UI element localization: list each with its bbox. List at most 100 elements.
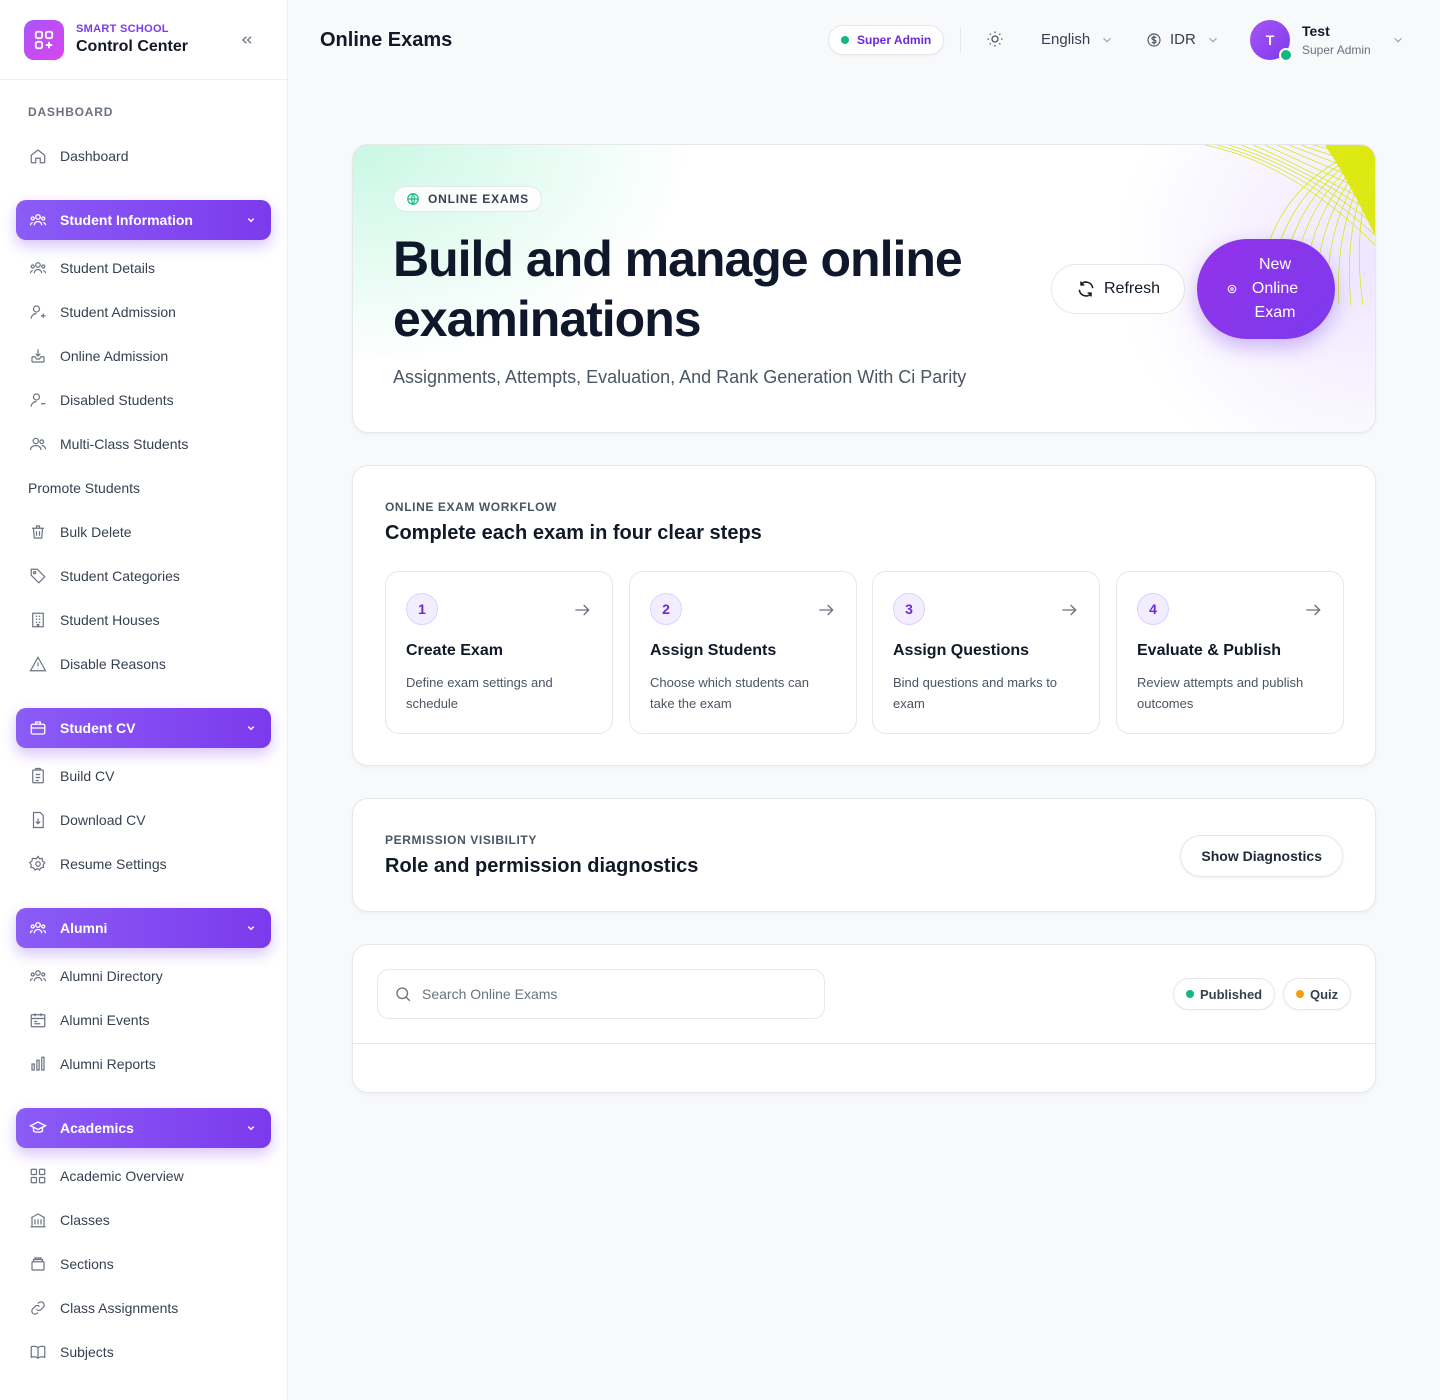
sidebar-item-bulk-delete[interactable]: Bulk Delete bbox=[16, 512, 271, 552]
step-description: Bind questions and marks to exam bbox=[893, 675, 1058, 711]
new-online-exam-button[interactable]: New Online Exam bbox=[1197, 239, 1335, 339]
sidebar-group-alumni[interactable]: Alumni bbox=[16, 908, 271, 948]
step-description: Choose which students can take the exam bbox=[650, 675, 809, 711]
briefcase-icon bbox=[28, 718, 48, 738]
brand-title: Control Center bbox=[76, 38, 188, 55]
sidebar-group-label: Academics bbox=[60, 1120, 134, 1136]
step-number: 2 bbox=[650, 593, 682, 625]
sidebar-item-multi-class-students[interactable]: Multi-Class Students bbox=[16, 424, 271, 464]
user-menu[interactable]: T Test Super Admin bbox=[1250, 20, 1405, 62]
file-download-icon bbox=[28, 810, 48, 830]
chevron-down-icon bbox=[1393, 37, 1402, 43]
sidebar-item-classes[interactable]: Classes bbox=[16, 1200, 271, 1240]
search-card: Published Quiz bbox=[352, 944, 1376, 1093]
status-dot bbox=[841, 36, 849, 44]
workflow-title: Complete each exam in four clear steps bbox=[385, 522, 762, 544]
sidebar-item-label: Classes bbox=[60, 1212, 110, 1228]
refresh-button[interactable]: Refresh bbox=[1051, 264, 1185, 314]
calendar-icon bbox=[28, 1010, 48, 1030]
home-icon bbox=[28, 146, 48, 166]
sidebar-item-online-admission[interactable]: Online Admission bbox=[16, 336, 271, 376]
workflow-step[interactable]: 1 Create Exam Define exam settings and s… bbox=[385, 571, 613, 734]
users-icon bbox=[28, 434, 48, 454]
sidebar-item-download-cv[interactable]: Download CV bbox=[16, 800, 271, 840]
chevron-down-icon bbox=[1208, 37, 1217, 43]
plus-circle-icon bbox=[1227, 284, 1237, 294]
section-label-dashboard: DASHBOARD bbox=[28, 105, 114, 119]
arrow-right-icon bbox=[1306, 604, 1321, 616]
filter-chip-quiz[interactable]: Quiz bbox=[1283, 978, 1352, 1010]
hero-subtitle: Assignments, Attempts, Evaluation, And R… bbox=[393, 367, 967, 387]
collapse-sidebar-icon[interactable] bbox=[237, 30, 257, 50]
sidebar-item-student-details[interactable]: Student Details bbox=[16, 248, 271, 288]
sidebar-item-academic-overview[interactable]: Academic Overview bbox=[16, 1156, 271, 1196]
sidebar-item-student-admission[interactable]: Student Admission bbox=[16, 292, 271, 332]
sidebar-group-academics[interactable]: Academics bbox=[16, 1108, 271, 1148]
chevron-down-icon bbox=[247, 1126, 255, 1131]
permission-card: PERMISSION VISIBILITY Role and permissio… bbox=[352, 798, 1376, 912]
status-dot bbox=[1186, 990, 1194, 998]
sidebar-item-sections[interactable]: Sections bbox=[16, 1244, 271, 1284]
workflow-step[interactable]: 4 Evaluate & Publish Review attempts and… bbox=[1116, 571, 1344, 734]
sidebar-item-build-cv[interactable]: Build CV bbox=[16, 756, 271, 796]
clipboard-icon bbox=[28, 766, 48, 786]
step-title: Assign Questions bbox=[893, 642, 1030, 659]
sidebar-group-label: Student Information bbox=[60, 212, 193, 228]
sidebar-item-dashboard[interactable]: Dashboard bbox=[16, 136, 271, 176]
currency-select[interactable]: IDR bbox=[1146, 31, 1220, 48]
topbar: Online Exams Super Admin English IDR T T… bbox=[288, 0, 1440, 80]
language-value: English bbox=[1041, 31, 1091, 48]
step-title: Evaluate & Publish bbox=[1137, 642, 1282, 659]
currency-value: IDR bbox=[1170, 31, 1196, 48]
sidebar-item-disable-reasons[interactable]: Disable Reasons bbox=[16, 644, 271, 684]
user-plus-icon bbox=[28, 302, 48, 322]
user-minus-icon bbox=[28, 390, 48, 410]
sidebar-item-label: Subjects bbox=[60, 1344, 114, 1360]
chevron-down-icon bbox=[247, 926, 255, 931]
workflow-step[interactable]: 2 Assign Students Choose which students … bbox=[629, 571, 857, 734]
sidebar-item-label: Alumni Reports bbox=[60, 1056, 156, 1072]
sidebar-group-student-information[interactable]: Student Information bbox=[16, 200, 271, 240]
gear-icon bbox=[28, 854, 48, 874]
step-number: 4 bbox=[1137, 593, 1169, 625]
show-diagnostics-button[interactable]: Show Diagnostics bbox=[1180, 835, 1343, 877]
users-icon bbox=[28, 966, 48, 986]
sidebar-item-resume-settings[interactable]: Resume Settings bbox=[16, 844, 271, 884]
sidebar-item-label: Bulk Delete bbox=[60, 524, 132, 540]
workflow-step[interactable]: 3 Assign Questions Bind questions and ma… bbox=[872, 571, 1100, 734]
grid-icon bbox=[28, 1166, 48, 1186]
sidebar-item-alumni-reports[interactable]: Alumni Reports bbox=[16, 1044, 271, 1084]
users-icon bbox=[28, 258, 48, 278]
sidebar-item-disabled-students[interactable]: Disabled Students bbox=[16, 380, 271, 420]
globe-icon bbox=[407, 193, 419, 205]
brand-logo-icon bbox=[24, 19, 64, 60]
sidebar-item-student-categories[interactable]: Student Categories bbox=[16, 556, 271, 596]
permission-title: Role and permission diagnostics bbox=[385, 855, 699, 877]
sidebar-item-label: Dashboard bbox=[60, 148, 129, 164]
sidebar-item-alumni-events[interactable]: Alumni Events bbox=[16, 1000, 271, 1040]
sidebar-item-label: Student Details bbox=[60, 260, 155, 276]
bar-chart-icon bbox=[28, 1054, 48, 1074]
users-icon bbox=[28, 210, 48, 230]
divider bbox=[960, 28, 961, 52]
language-select[interactable]: English bbox=[1041, 31, 1114, 48]
sidebar-group-student-cv[interactable]: Student CV bbox=[16, 708, 271, 748]
sidebar-item-class-assignments[interactable]: Class Assignments bbox=[16, 1288, 271, 1328]
sun-icon[interactable] bbox=[986, 30, 1006, 50]
status-dot bbox=[1296, 990, 1304, 998]
chevron-down-icon bbox=[247, 726, 255, 731]
sidebar-item-alumni-directory[interactable]: Alumni Directory bbox=[16, 956, 271, 996]
workflow-kicker: ONLINE EXAM WORKFLOW bbox=[385, 500, 557, 514]
filter-chip-published[interactable]: Published bbox=[1173, 978, 1276, 1010]
brand-subtitle: SMART SCHOOL bbox=[76, 23, 169, 35]
brand: SMART SCHOOL Control Center bbox=[0, 0, 287, 80]
search-input[interactable] bbox=[422, 986, 802, 1002]
role-badge-label: Super Admin bbox=[857, 33, 932, 47]
sidebar-item-student-houses[interactable]: Student Houses bbox=[16, 600, 271, 640]
sidebar-item-subjects[interactable]: Subjects bbox=[16, 1332, 271, 1372]
sidebar-item-promote-students[interactable]: Promote Students bbox=[16, 468, 271, 508]
archive-icon bbox=[28, 1254, 48, 1274]
divider bbox=[353, 1043, 1375, 1044]
page-title: Online Exams bbox=[320, 29, 453, 51]
step-title: Create Exam bbox=[406, 642, 503, 659]
